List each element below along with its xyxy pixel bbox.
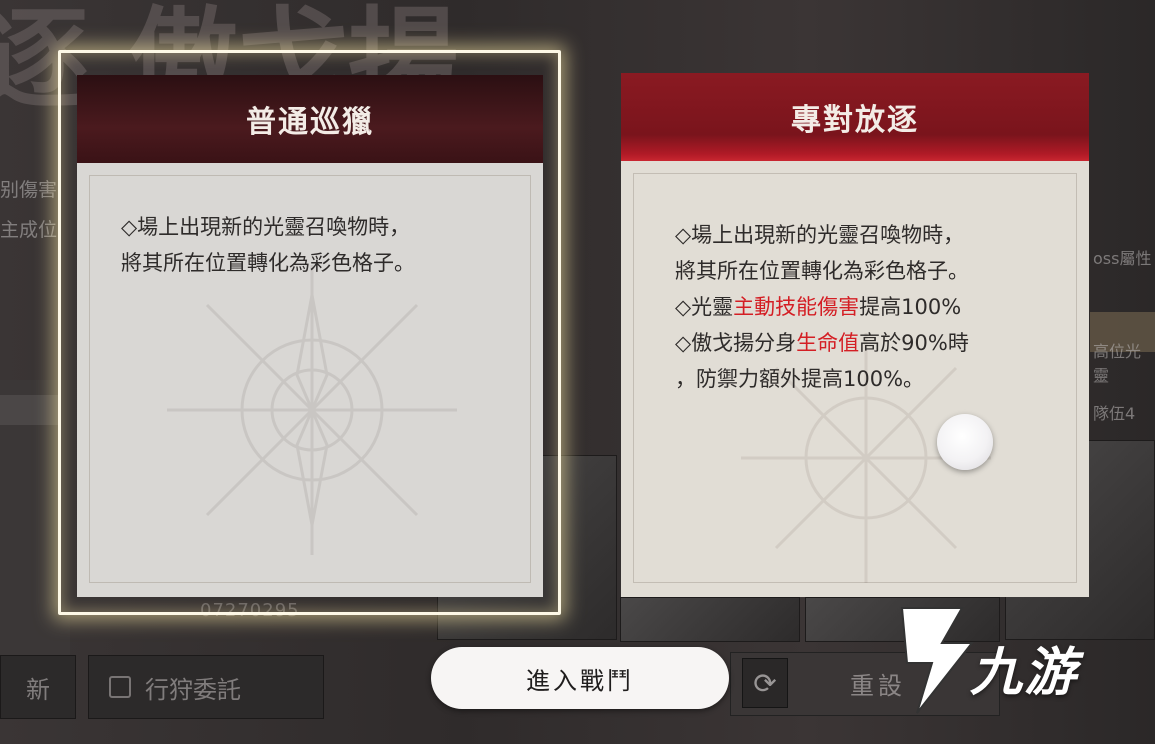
watermark-text: 九游 xyxy=(970,643,1079,703)
emblem-icon xyxy=(167,265,457,555)
description-line: 將其所在位置轉化為彩色格子。 xyxy=(121,251,415,275)
commission-button[interactable]: 行狩委託 xyxy=(88,655,324,719)
commission-button-label: 行狩委託 xyxy=(145,675,241,704)
description-line: ◇場上出現新的光靈召喚物時， xyxy=(121,215,411,239)
card-description: ◇場上出現新的光靈召喚物時， 將其所在位置轉化為彩色格子。 xyxy=(121,209,513,281)
description-line: 將其所在位置轉化為彩色格子。 xyxy=(675,259,969,283)
checkbox-icon xyxy=(109,676,131,698)
card-description: ◇場上出現新的光靈召喚物時， 將其所在位置轉化為彩色格子。 ◇光靈主動技能傷害提… xyxy=(675,217,1059,397)
enter-battle-label: 進入戰鬥 xyxy=(526,666,634,695)
background-left-text: 主成位 xyxy=(0,219,58,241)
line-text: 提高100% xyxy=(859,295,962,319)
description-line: ◇傲戈揚分身生命值高於90%時 xyxy=(675,325,1059,361)
background-left-text: 别傷害 xyxy=(0,179,58,201)
highlight-text: 生命值 xyxy=(796,331,860,355)
character-slot xyxy=(620,597,800,642)
filter-button[interactable]: 新 xyxy=(0,655,76,719)
enter-battle-button[interactable]: 進入戰鬥 xyxy=(431,647,729,709)
description-line: ◇場上出現新的光靈召喚物時， xyxy=(675,223,965,247)
mode-card-normal[interactable]: 普通巡獵 ◇場上出現新的光靈召喚物時， 將其所在位置轉化為彩色格子。 xyxy=(77,75,543,597)
touch-indicator xyxy=(937,414,993,470)
mode-card-exile[interactable]: 專對放逐 ◇場上出現新的光靈召喚物時， 將其所在位置轉化為彩色格子。 ◇光靈主動… xyxy=(621,73,1089,597)
background-stripe xyxy=(0,395,60,425)
background-right-text: 高位光靈 xyxy=(1093,342,1142,385)
filter-button-label: 新 xyxy=(26,675,50,704)
background-right-text: 隊伍4 xyxy=(1093,404,1136,423)
card-title: 普通巡獵 xyxy=(77,75,543,163)
background-right-text: oss屬性 xyxy=(1093,249,1152,268)
description-line: ，防禦力額外提高100%。 xyxy=(675,367,925,391)
line-text: 高於90%時 xyxy=(859,331,969,355)
highlight-text: 主動技能傷害 xyxy=(733,295,860,319)
line-text: ◇傲戈揚分身 xyxy=(675,331,797,355)
line-text: ◇光靈 xyxy=(675,295,734,319)
refresh-icon[interactable]: ⟳ xyxy=(742,658,788,708)
card-title: 專對放逐 xyxy=(621,73,1089,161)
description-line: ◇光靈主動技能傷害提高100% xyxy=(675,289,1059,325)
